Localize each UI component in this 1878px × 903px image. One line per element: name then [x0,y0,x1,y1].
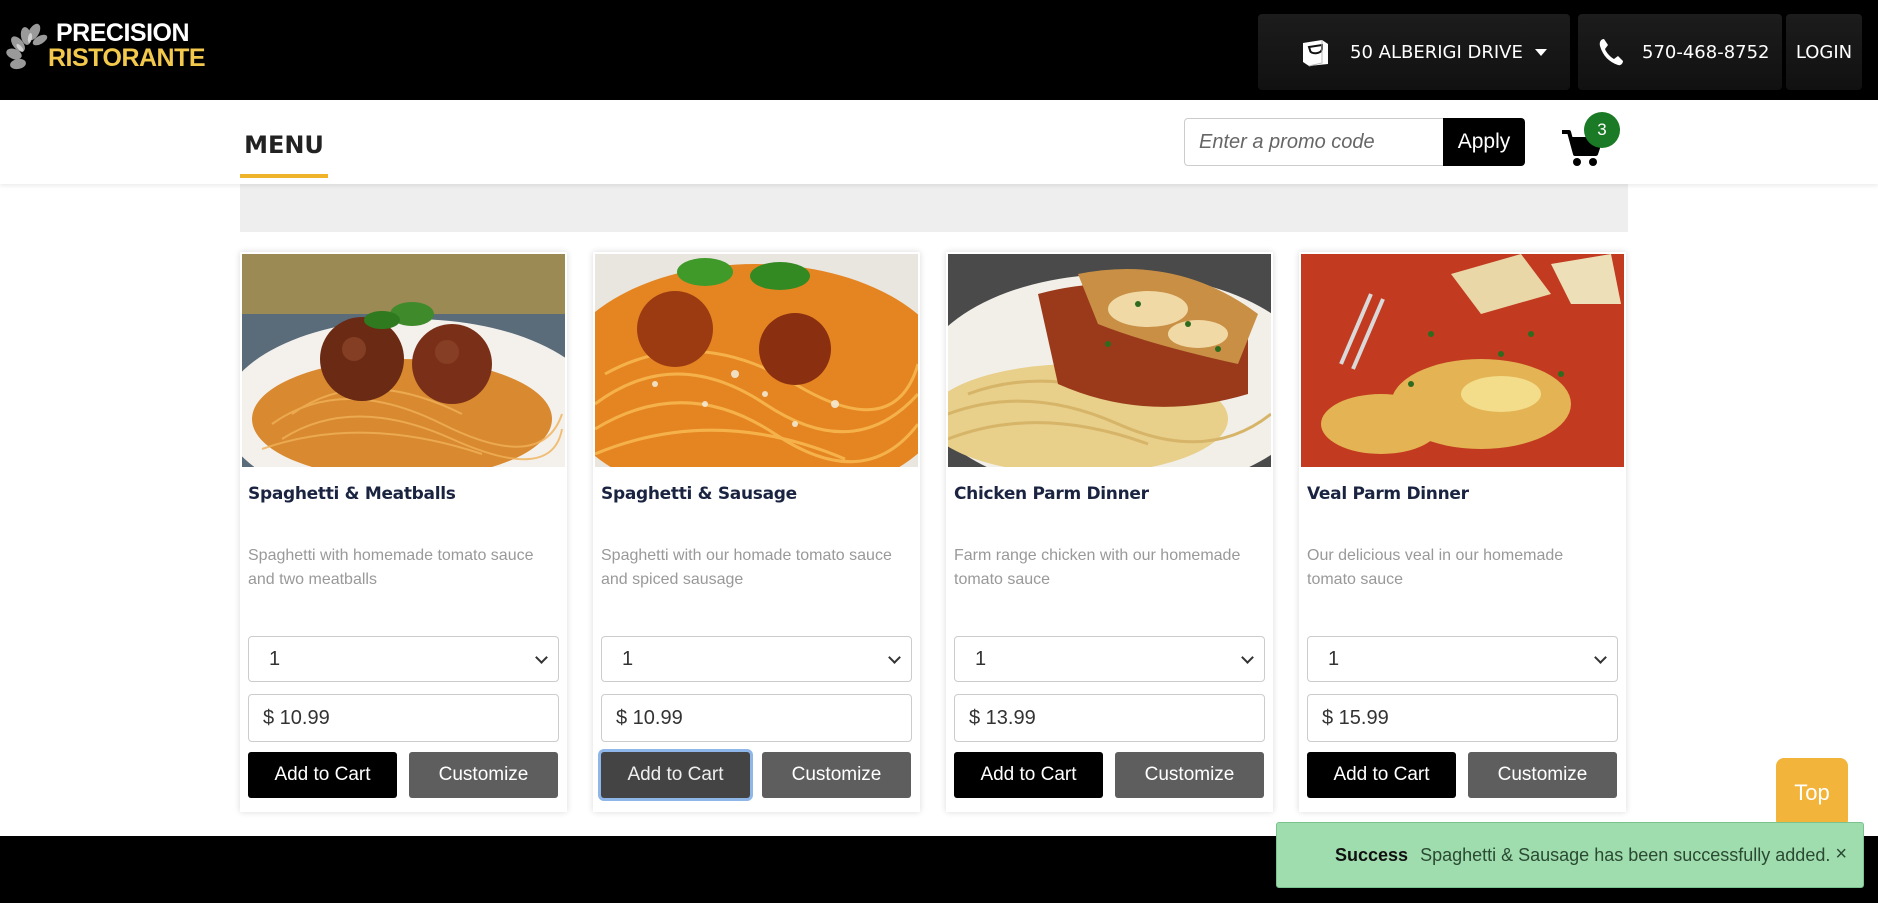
product-title: Spaghetti & Meatballs [248,484,456,504]
restaurant-logo[interactable]: PRECISION RISTORANTE [4,18,206,74]
chevron-down-icon [1594,651,1607,664]
product-description: Our delicious veal in our homemade tomat… [1307,547,1564,588]
product-card: Spaghetti & Meatballs Spaghetti with hom… [240,252,567,812]
product-card: Spaghetti & Sausage Spaghetti with our h… [593,252,920,812]
price-field: $ 10.99 [248,694,559,742]
location-dropdown[interactable]: 50 ALBERIGI DRIVE [1258,14,1570,90]
apply-promo-button[interactable]: Apply [1443,118,1525,166]
tab-menu[interactable]: MENU [240,124,328,178]
customize-button[interactable]: Customize [1468,752,1617,798]
category-banner [240,184,1628,232]
location-label: 50 ALBERIGI DRIVE [1350,41,1523,63]
login-button[interactable]: LOGIN [1786,14,1862,90]
caret-down-icon [1534,48,1547,56]
phone-icon [1598,38,1624,66]
add-to-cart-button[interactable]: Add to Cart [601,752,750,798]
chevron-down-icon [1241,651,1254,664]
chevron-down-icon [888,651,901,664]
product-card: Veal Parm Dinner Our delicious veal in o… [1299,252,1626,812]
product-description: Spaghetti with our homade tomato sauce a… [601,547,892,588]
close-icon[interactable]: × [1835,843,1847,866]
product-description: Farm range chicken with our homemade tom… [954,547,1241,588]
cart-count-badge: 3 [1584,112,1620,148]
price-field: $ 13.99 [954,694,1265,742]
shopping-bag-icon [1300,37,1332,67]
add-to-cart-button[interactable]: Add to Cart [954,752,1103,798]
quantity-value: 1 [975,647,987,670]
customize-button[interactable]: Customize [409,752,558,798]
product-image [948,254,1271,467]
quantity-value: 1 [269,647,281,670]
toast-status-label: Success [1335,844,1409,865]
customize-button[interactable]: Customize [762,752,911,798]
quantity-select[interactable]: 1 [1307,636,1618,682]
quantity-select[interactable]: 1 [248,636,559,682]
promo-code-input[interactable]: Enter a promo code [1184,118,1444,166]
product-title: Chicken Parm Dinner [954,484,1149,504]
product-image [595,254,918,467]
success-toast: Success Spaghetti & Sausage has been suc… [1276,822,1864,888]
customize-button[interactable]: Customize [1115,752,1264,798]
product-card: Chicken Parm Dinner Farm range chicken w… [946,252,1273,812]
product-image [242,254,565,467]
phone-number: 570-468-8752 [1642,41,1770,63]
product-title: Spaghetti & Sausage [601,484,797,504]
quantity-select[interactable]: 1 [954,636,1265,682]
product-title: Veal Parm Dinner [1307,484,1469,504]
price-field: $ 15.99 [1307,694,1618,742]
logo-text-precision: PRECISION [56,19,190,47]
price-field: $ 10.99 [601,694,912,742]
scroll-to-top-button[interactable]: Top [1776,758,1848,828]
toast-message: Spaghetti & Sausage has been successfull… [1420,844,1831,865]
product-image [1301,254,1624,467]
logo-text-ristorante: RISTORANTE [48,44,206,72]
add-to-cart-button[interactable]: Add to Cart [1307,752,1456,798]
quantity-select[interactable]: 1 [601,636,912,682]
add-to-cart-button[interactable]: Add to Cart [248,752,397,798]
phone-button[interactable]: 570-468-8752 [1578,14,1782,90]
quantity-value: 1 [1328,647,1340,670]
product-description: Spaghetti with homemade tomato sauce and… [248,547,534,588]
menu-nav-bar: MENU Enter a promo code Apply 3 [0,100,1878,184]
top-header: PRECISION RISTORANTE 50 ALBERIGI DRIVE 5… [0,0,1878,100]
chevron-down-icon [535,651,548,664]
quantity-value: 1 [622,647,634,670]
